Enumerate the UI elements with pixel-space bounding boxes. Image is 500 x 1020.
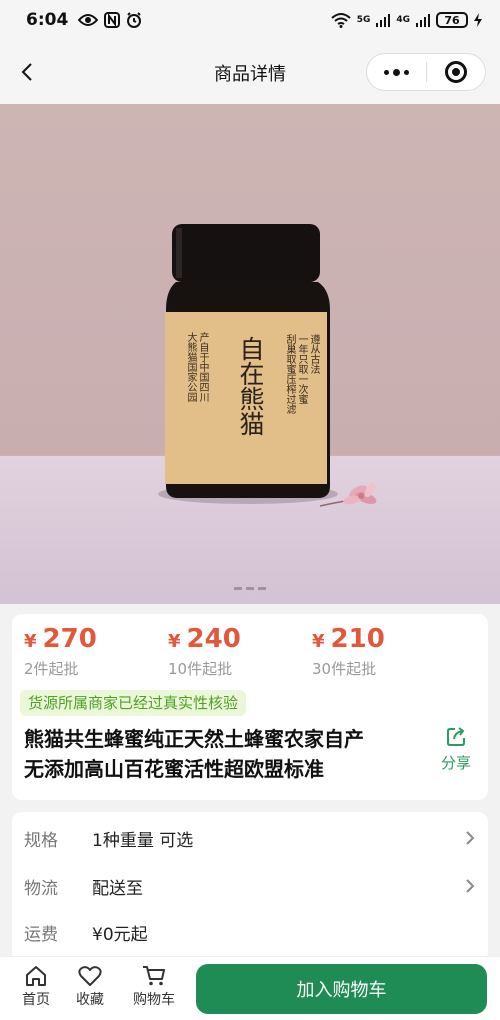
product-image-carousel[interactable]: 遵从古法 一年只取一次蜜 刮巢取蜜压榨过滤 自在熊猫 产自于中国四川 大熊猫国家公园 [0,104,500,604]
price-card: ¥270 2件起批 ¥240 10件起批 ¥210 30件起批 货源所属商家已经… [12,614,488,800]
spec-value: 1种重量 可选 [92,830,194,851]
spec-label: 运费 [24,924,58,945]
spec-label: 规格 [24,830,58,851]
more-button[interactable] [367,54,426,90]
tab-cart[interactable]: 购物车 [126,965,182,1009]
chevron-right-icon [466,831,475,845]
battery-indicator: 76 [436,12,468,28]
charging-icon [474,13,482,27]
spec-row-shipping: 运费 ¥0元起 [12,908,488,956]
tier-price: ¥270 [24,624,97,654]
spec-value: ¥0元起 [92,924,148,945]
spec-row-options[interactable]: 规格 1种重量 可选 [12,814,488,862]
home-icon [26,966,46,986]
tier-min-quantity: 30件起批 [312,660,377,678]
verified-merchant-badge: 货源所属商家已经过真实性核验 [20,690,247,716]
alarm-icon [127,12,142,28]
network-label-1: 5G [356,15,371,25]
close-button[interactable] [427,54,486,90]
spec-card: 规格 1种重量 可选 物流 配送至 运费 ¥0元起 [12,812,488,962]
spec-label: 物流 [24,878,58,899]
tier-price: ¥210 [312,624,385,654]
network-label-2: 4G [396,15,410,25]
price-tier: ¥210 30件起批 [312,624,462,679]
jar-label-main-text: 自在熊猫 [236,336,265,436]
eye-icon [78,14,99,26]
nfc-icon [104,12,121,28]
status-bar: 6:04 5G 4G 76 [0,0,500,40]
flower-decoration [319,482,377,507]
nav-bar: 商品详情 [0,40,500,104]
signal-icon [416,14,430,27]
tier-min-quantity: 10件起批 [168,660,233,678]
heart-icon [78,966,102,986]
tier-price: ¥240 [168,624,241,654]
signal-icon [376,14,391,27]
status-icons-right: 5G 4G 76 [331,12,482,28]
spec-value: 配送至 [92,878,143,899]
wifi-icon [331,13,351,28]
more-dots-icon [383,69,389,75]
target-icon [444,61,467,83]
mini-program-capsule [366,53,486,91]
status-time: 6:04 [26,10,69,30]
chevron-right-icon [466,879,475,893]
product-title: 熊猫共生蜂蜜纯正天然土蜂蜜农家自产 无添加高山百花蜜活性超欧盟标准 [24,727,364,781]
spec-row-logistics[interactable]: 物流 配送至 [12,862,488,910]
price-tier: ¥240 10件起批 [168,624,318,679]
cart-icon [143,966,165,986]
tier-min-quantity: 2件起批 [24,660,79,678]
bottom-action-bar: 首页 收藏 购物车 加入购物车 [0,956,500,1020]
tab-home[interactable]: 首页 [8,965,64,1009]
tab-favorites[interactable]: 收藏 [62,965,118,1009]
jar-label-left-col: 产自于中国四川 大熊猫国家公园 [185,332,208,402]
carousel-indicator [0,587,500,590]
status-icons-left [78,12,142,28]
jar-label-right-col: 遵从古法 一年只取一次蜜 刮巢取蜜压榨过滤 [284,334,319,414]
share-button[interactable]: 分享 [436,726,476,773]
price-tier: ¥270 2件起批 [24,624,174,679]
share-icon [447,727,465,746]
add-to-cart-button[interactable]: 加入购物车 [196,964,487,1014]
